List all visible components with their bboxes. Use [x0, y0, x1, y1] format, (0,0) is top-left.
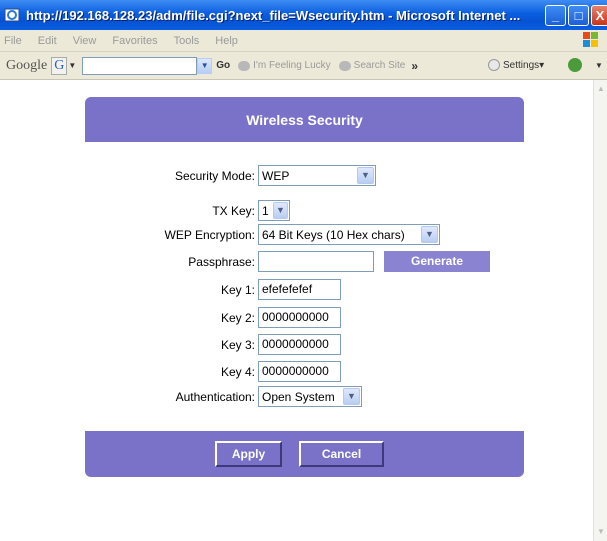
security-mode-label: Security Mode: — [174, 169, 255, 183]
menu-view[interactable]: View — [65, 35, 105, 47]
google-toolbar: Google G ▼ ▼ Go I'm Feeling Lucky Search… — [0, 52, 607, 80]
search-site-button[interactable]: Search Site — [338, 60, 406, 71]
settings-label: Settings▾ — [503, 59, 545, 71]
key2-row: Key 2: 0000000000 — [0, 307, 593, 329]
apply-button[interactable]: Apply — [215, 441, 282, 467]
menu-help[interactable]: Help — [207, 35, 246, 47]
chevron-down-icon[interactable]: ▼ — [343, 388, 360, 405]
authentication-label: Authentication: — [175, 390, 255, 404]
key2-label: Key 2: — [220, 311, 255, 325]
key1-label: Key 1: — [220, 283, 255, 297]
key4-input[interactable]: 0000000000 — [258, 361, 341, 382]
key3-label: Key 3: — [220, 338, 255, 352]
authentication-row: Authentication: Open System ▼ — [0, 386, 593, 408]
passphrase-row: Passphrase: Generate — [0, 251, 593, 273]
close-button[interactable]: X — [591, 5, 607, 26]
wep-encryption-select[interactable]: 64 Bit Keys (10 Hex chars) ▼ — [258, 224, 440, 245]
page-title: Wireless Security — [246, 111, 363, 128]
tx-key-select[interactable]: 1 ▼ — [258, 200, 290, 221]
chevron-down-icon[interactable]: ▼ — [273, 202, 288, 219]
magnifier-icon — [338, 60, 351, 71]
feeling-lucky-button[interactable]: I'm Feeling Lucky — [238, 60, 331, 71]
chevron-down-icon[interactable]: ▼ — [68, 61, 76, 70]
key3-input[interactable]: 0000000000 — [258, 334, 341, 355]
window-titlebar[interactable]: http://192.168.128.23/adm/file.cgi?next_… — [0, 0, 607, 30]
key4-row: Key 4: 0000000000 — [0, 361, 593, 383]
passphrase-label: Passphrase: — [188, 255, 255, 269]
key4-label: Key 4: — [220, 365, 255, 379]
wep-encryption-value: 64 Bit Keys (10 Hex chars) — [262, 227, 405, 242]
tx-key-label: TX Key: — [212, 204, 255, 218]
menu-edit[interactable]: Edit — [30, 35, 65, 47]
wep-encryption-label: WEP Encryption: — [164, 228, 255, 242]
scroll-down-icon[interactable]: ▼ — [596, 527, 606, 537]
google-logo: Google — [6, 57, 48, 73]
search-site-label: Search Site — [353, 60, 406, 71]
window-title: http://192.168.128.23/adm/file.cgi?next_… — [26, 7, 521, 23]
chevron-down-icon[interactable]: ▼ — [421, 226, 438, 243]
minimize-button[interactable]: _ — [545, 5, 566, 26]
tx-key-row: TX Key: 1 ▼ — [0, 200, 593, 222]
wep-encryption-row: WEP Encryption: 64 Bit Keys (10 Hex char… — [0, 224, 593, 246]
panel-header: Wireless Security — [85, 97, 524, 142]
internet-explorer-icon — [4, 7, 20, 23]
cancel-button[interactable]: Cancel — [299, 441, 384, 467]
tx-key-value: 1 — [262, 203, 269, 218]
settings-radio-icon — [488, 59, 500, 71]
passphrase-input[interactable] — [258, 251, 374, 272]
key1-input[interactable]: efefefefef — [258, 279, 341, 300]
chevron-down-icon[interactable]: ▼ — [357, 167, 374, 184]
more-chevron[interactable]: » — [411, 59, 418, 73]
feeling-lucky-label: I'm Feeling Lucky — [253, 60, 331, 71]
toolbar-extension-icon[interactable] — [568, 58, 582, 72]
chevron-down-icon[interactable]: ▼ — [595, 61, 603, 70]
key1-row: Key 1: efefefefef — [0, 279, 593, 301]
lucky-icon — [238, 60, 251, 71]
security-mode-select[interactable]: WEP ▼ — [258, 165, 376, 186]
authentication-select[interactable]: Open System ▼ — [258, 386, 362, 407]
maximize-button[interactable]: □ — [568, 5, 589, 26]
windows-logo-icon — [583, 32, 599, 48]
menu-file[interactable]: File — [0, 35, 30, 47]
menu-tools[interactable]: Tools — [166, 35, 208, 47]
key2-input[interactable]: 0000000000 — [258, 307, 341, 328]
generate-button[interactable]: Generate — [384, 251, 490, 272]
settings-button[interactable]: Settings▾ — [488, 59, 544, 71]
security-mode-row: Security Mode: WEP ▼ — [0, 165, 593, 187]
vertical-scrollbar[interactable]: ▲ ▼ — [593, 80, 607, 541]
google-g-button[interactable]: G — [51, 56, 68, 75]
google-search-input[interactable] — [82, 56, 198, 75]
security-mode-value: WEP — [262, 168, 290, 183]
menu-favorites[interactable]: Favorites — [104, 35, 165, 47]
search-dropdown-button[interactable]: ▼ — [197, 57, 213, 74]
scroll-up-icon[interactable]: ▲ — [596, 84, 606, 94]
google-go-button[interactable]: Go — [216, 60, 230, 71]
menu-bar: File Edit View Favorites Tools Help — [0, 30, 607, 52]
key3-row: Key 3: 0000000000 — [0, 334, 593, 356]
authentication-value: Open System — [262, 389, 335, 404]
